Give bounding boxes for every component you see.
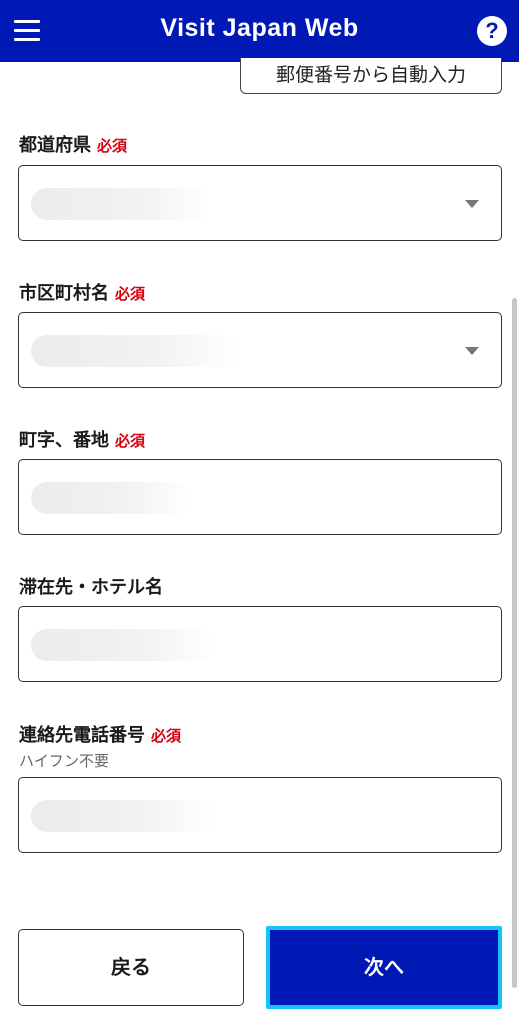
street-label: 町字、番地 必須 xyxy=(19,426,145,452)
scrollbar[interactable] xyxy=(512,298,517,988)
redacted-value xyxy=(31,188,211,220)
prefecture-label: 都道府県 必須 xyxy=(19,131,127,157)
phone-label: 連絡先電話番号 必須 xyxy=(19,721,181,747)
required-badge: 必須 xyxy=(115,285,146,303)
phone-hint: ハイフン不要 xyxy=(19,752,110,770)
required-badge: 必須 xyxy=(97,137,128,155)
required-badge: 必須 xyxy=(151,727,182,745)
required-badge: 必須 xyxy=(115,432,146,450)
redacted-value xyxy=(31,335,241,367)
city-label: 市区町村名 必須 xyxy=(19,279,145,305)
street-label-text: 町字、番地 xyxy=(19,430,109,451)
city-label-text: 市区町村名 xyxy=(19,283,109,304)
street-input[interactable] xyxy=(18,459,502,535)
hotel-label-text: 滞在先・ホテル名 xyxy=(19,577,163,598)
phone-label-text: 連絡先電話番号 xyxy=(19,725,145,746)
prefecture-label-text: 都道府県 xyxy=(19,135,91,156)
back-button[interactable]: 戻る xyxy=(18,929,244,1006)
app-title: Visit Japan Web xyxy=(160,14,359,42)
app-header: Visit Japan Web ? xyxy=(0,0,519,62)
hotel-label: 滞在先・ホテル名 xyxy=(19,573,163,599)
chevron-down-icon xyxy=(465,200,479,208)
hotel-input[interactable] xyxy=(18,606,502,682)
next-button[interactable]: 次へ xyxy=(266,926,502,1009)
redacted-value xyxy=(31,482,191,514)
prefecture-select[interactable] xyxy=(18,165,502,241)
city-select[interactable] xyxy=(18,312,502,388)
redacted-value xyxy=(31,800,216,832)
chevron-down-icon xyxy=(465,347,479,355)
help-icon[interactable]: ? xyxy=(477,16,507,46)
zip-autofill-button[interactable]: 郵便番号から自動入力 xyxy=(240,58,502,94)
redacted-value xyxy=(31,629,216,661)
phone-input[interactable] xyxy=(18,777,502,853)
